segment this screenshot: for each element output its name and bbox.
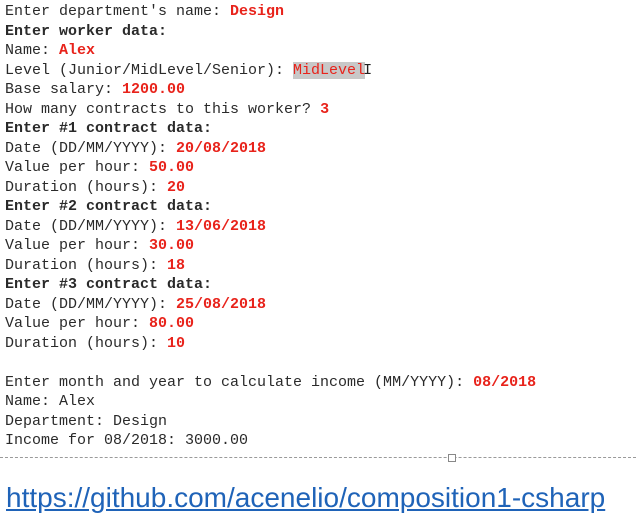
user-input-text: 10 xyxy=(167,334,186,352)
console-line: Name: Alex xyxy=(5,41,536,61)
console-line: Value per hour: 80.00 xyxy=(5,314,536,334)
console-line: Duration (hours): 20 xyxy=(5,178,536,198)
prompt-text: Date (DD/MM/YYYY): xyxy=(5,295,177,313)
console-line: Duration (hours): 10 xyxy=(5,334,536,354)
console-line: Date (DD/MM/YYYY): 25/08/2018 xyxy=(5,295,536,315)
prompt-text: Enter #2 contract data: xyxy=(5,198,213,215)
console-line: Income for 08/2018: 3000.00 xyxy=(5,431,536,451)
text-cursor-icon: I xyxy=(363,61,373,79)
console-line: Date (DD/MM/YYYY): 13/06/2018 xyxy=(5,217,536,237)
user-input-text: 80.00 xyxy=(149,315,195,332)
prompt-text: Enter department's name: xyxy=(5,3,231,20)
github-link[interactable]: https://github.com/acenelio/composition1… xyxy=(6,482,605,514)
console-line: Enter month and year to calculate income… xyxy=(5,373,536,393)
prompt-text: Enter worker data: xyxy=(5,22,168,40)
prompt-text: Department: Design xyxy=(5,412,168,430)
prompt-text: How many contracts to this worker? xyxy=(5,100,321,118)
user-input-text: 3 xyxy=(320,100,330,118)
prompt-text: Date (DD/MM/YYYY): xyxy=(5,139,177,157)
console-line: Value per hour: 50.00 xyxy=(5,158,536,178)
user-input-text: 20 xyxy=(167,178,186,196)
user-input-text: 50.00 xyxy=(149,159,195,176)
prompt-text: Name: xyxy=(5,42,60,59)
user-input-text: 18 xyxy=(167,256,186,274)
console-line: Level (Junior/MidLevel/Senior): MidLevel… xyxy=(5,61,536,81)
prompt-text: Name: Alex xyxy=(5,393,96,410)
console-line: Enter worker data: xyxy=(5,22,536,42)
user-input-text: 08/2018 xyxy=(473,373,537,391)
console-output: Enter department's name: Design Enter wor… xyxy=(5,2,536,451)
prompt-text: Income for 08/2018: 3000.00 xyxy=(5,432,249,449)
prompt-text: Enter #3 contract data: xyxy=(5,276,213,293)
console-line: Enter #3 contract data: xyxy=(5,275,536,295)
user-input-text: Design xyxy=(230,3,285,20)
user-input-text: 30.00 xyxy=(149,237,195,254)
prompt-text: Value per hour: xyxy=(5,237,150,254)
user-input-text: MidLevel xyxy=(293,61,366,79)
prompt-text: Level (Junior/MidLevel/Senior): xyxy=(5,61,294,79)
user-input-text: 25/08/2018 xyxy=(176,295,267,313)
console-line: Date (DD/MM/YYYY): 20/08/2018 xyxy=(5,139,536,159)
console-line: Name: Alex xyxy=(5,392,536,412)
console-line: Department: Design xyxy=(5,412,536,432)
prompt-text: Value per hour: xyxy=(5,159,150,176)
resize-handle[interactable] xyxy=(448,454,456,462)
user-input-text: Alex xyxy=(59,42,96,59)
prompt-text: Enter #1 contract data: xyxy=(5,120,213,137)
user-input-text: 1200.00 xyxy=(122,81,186,98)
prompt-text: Date (DD/MM/YYYY): xyxy=(5,217,177,235)
prompt-text: Base salary: xyxy=(5,81,123,98)
console-line: Enter #2 contract data: xyxy=(5,197,536,217)
console-line: Value per hour: 30.00 xyxy=(5,236,536,256)
prompt-text: Duration (hours): xyxy=(5,178,168,196)
prompt-text: Enter month and year to calculate income… xyxy=(5,373,474,391)
console-line: Enter #1 contract data: xyxy=(5,119,536,139)
prompt-text: Duration (hours): xyxy=(5,256,168,274)
console-line: Enter department's name: Design xyxy=(5,2,536,22)
console-line: Base salary: 1200.00 xyxy=(5,80,536,100)
section-divider xyxy=(0,457,636,458)
console-line: Duration (hours): 18 xyxy=(5,256,536,276)
prompt-text: Value per hour: xyxy=(5,315,150,332)
user-input-text: 13/06/2018 xyxy=(176,217,267,235)
console-line: How many contracts to this worker? 3 xyxy=(5,100,536,120)
user-input-text: 20/08/2018 xyxy=(176,139,267,157)
prompt-text: Duration (hours): xyxy=(5,334,168,352)
